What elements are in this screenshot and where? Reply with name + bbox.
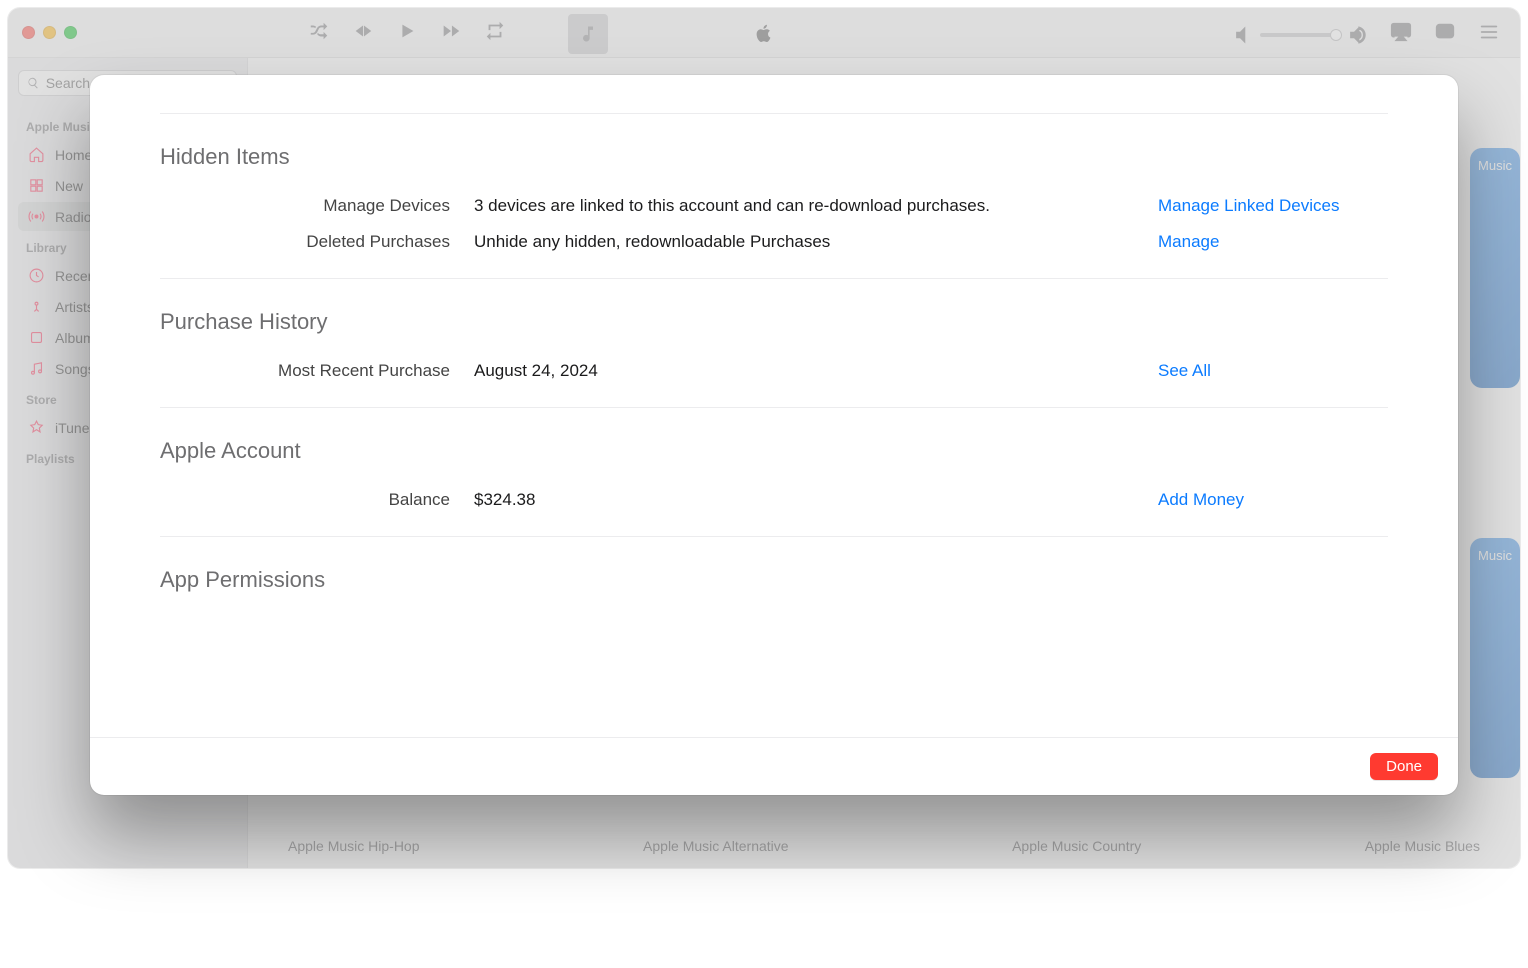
row-label: Deleted Purchases (160, 232, 450, 252)
manage-hidden-purchases-link[interactable]: Manage (1158, 232, 1219, 251)
window-minimize-button[interactable] (43, 26, 56, 39)
lyrics-icon[interactable] (1434, 21, 1456, 48)
station-subtitle: Apple Music Alternative (643, 838, 789, 854)
row-label: Balance (160, 490, 450, 510)
section-title-hidden-items: Hidden Items (160, 144, 1388, 170)
sidebar-item-label: Radio (55, 209, 92, 225)
sidebar-item-label: Artists (55, 299, 94, 315)
radio-card-1[interactable]: Music (1470, 148, 1520, 388)
airplay-icon[interactable] (1390, 21, 1412, 48)
titlebar (8, 8, 1520, 58)
station-subtitle: Apple Music Blues (1365, 838, 1480, 854)
volume-control[interactable] (1232, 24, 1368, 46)
card-label: Music (1478, 158, 1512, 173)
sidebar-item-label: New (55, 178, 83, 194)
previous-track-icon[interactable] (352, 20, 374, 47)
next-track-icon[interactable] (440, 20, 462, 47)
now-playing-artwork (568, 14, 608, 54)
window-close-button[interactable] (22, 26, 35, 39)
row-deleted-purchases: Deleted Purchases Unhide any hidden, red… (160, 224, 1388, 260)
see-all-purchases-link[interactable]: See All (1158, 361, 1211, 380)
station-subtitle: Apple Music Country (1012, 838, 1141, 854)
volume-slider[interactable] (1260, 33, 1340, 37)
done-button[interactable]: Done (1370, 753, 1438, 780)
station-captions: Apple Music Hip-Hop Apple Music Alternat… (288, 838, 1480, 854)
section-title-app-permissions: App Permissions (160, 567, 1388, 593)
section-title-purchase-history: Purchase History (160, 309, 1388, 335)
row-label: Most Recent Purchase (160, 361, 450, 381)
repeat-icon[interactable] (484, 20, 506, 47)
row-manage-devices: Manage Devices 3 devices are linked to t… (160, 188, 1388, 224)
volume-high-icon (1346, 24, 1368, 46)
window-zoom-button[interactable] (64, 26, 77, 39)
sidebar-item-label: Songs (55, 361, 95, 377)
add-money-link[interactable]: Add Money (1158, 490, 1244, 509)
window-controls (22, 26, 77, 39)
right-toolbar (1232, 21, 1500, 48)
row-balance: Balance $324.38 Add Money (160, 482, 1388, 518)
search-icon (27, 76, 40, 90)
row-value: August 24, 2024 (474, 361, 1134, 381)
radio-card-2[interactable]: Music (1470, 538, 1520, 778)
card-label: Music (1478, 548, 1512, 563)
manage-linked-devices-link[interactable]: Manage Linked Devices (1158, 196, 1339, 215)
shuffle-icon[interactable] (308, 20, 330, 47)
volume-low-icon (1232, 24, 1254, 46)
station-subtitle: Apple Music Hip-Hop (288, 838, 420, 854)
account-settings-modal: Hidden Items Manage Devices 3 devices ar… (90, 75, 1458, 795)
playback-controls (308, 20, 506, 47)
play-icon[interactable] (396, 20, 418, 47)
row-most-recent-purchase: Most Recent Purchase August 24, 2024 See… (160, 353, 1388, 389)
music-note-icon (578, 24, 598, 44)
list-icon[interactable] (1478, 21, 1500, 48)
modal-footer: Done (90, 737, 1458, 795)
row-value: $324.38 (474, 490, 1134, 510)
section-title-apple-account: Apple Account (160, 438, 1388, 464)
row-value: Unhide any hidden, redownloadable Purcha… (474, 232, 1134, 252)
apple-logo-icon (753, 22, 775, 49)
sidebar-item-label: Home (55, 147, 92, 163)
row-label: Manage Devices (160, 196, 450, 216)
row-value: 3 devices are linked to this account and… (474, 196, 1134, 216)
